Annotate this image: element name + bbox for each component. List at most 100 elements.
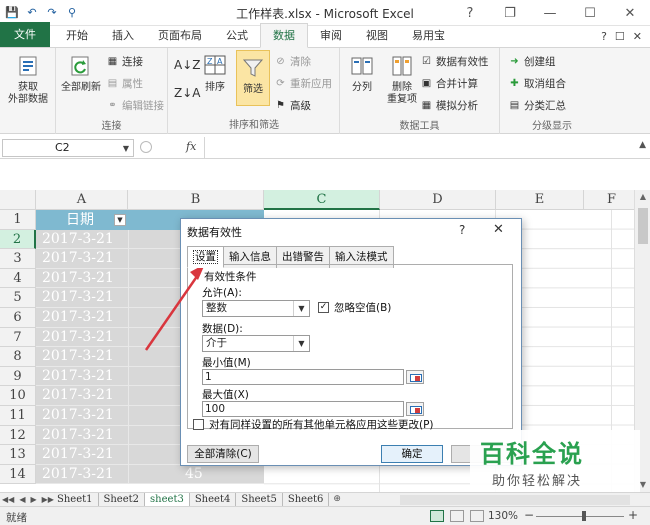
minimize-button[interactable]: — <box>530 0 570 26</box>
help-button[interactable]: ? <box>450 0 490 26</box>
tab-settings[interactable]: 设置 <box>187 246 224 268</box>
page-layout-view-icon[interactable] <box>450 510 464 522</box>
vertical-scroll-thumb[interactable] <box>638 208 648 244</box>
column-header-b[interactable]: B <box>128 190 264 210</box>
maximum-input[interactable]: 100 <box>202 401 404 417</box>
chevron-down-icon[interactable]: ▼ <box>293 301 309 316</box>
ribbon-display-button[interactable]: ❐ <box>490 0 530 26</box>
row-header[interactable]: 2 <box>0 229 36 250</box>
get-external-data-button[interactable]: 获取 外部数据 <box>4 52 52 106</box>
minimum-input[interactable]: 1 <box>202 369 404 385</box>
tab-insert[interactable]: 插入 <box>100 24 146 47</box>
row-header[interactable]: 9 <box>0 366 36 387</box>
zoom-in-icon[interactable]: + <box>628 508 638 522</box>
tab-page-layout[interactable]: 页面布局 <box>146 24 214 47</box>
sort-za-button[interactable]: Z↓A <box>174 86 200 100</box>
data-validation-button[interactable]: ☑ 数据有效性 <box>420 54 488 69</box>
sort-button[interactable]: ZA 排序 <box>198 52 232 94</box>
value-cell[interactable]: 45 <box>128 464 264 485</box>
row-header[interactable]: 10 <box>0 386 36 406</box>
filter-button[interactable]: 筛选 <box>236 54 270 96</box>
date-cell[interactable]: 2017-3-21 <box>36 445 128 465</box>
column-header-c[interactable]: C <box>264 190 380 210</box>
column-header-e[interactable]: E <box>496 190 584 210</box>
row-header[interactable]: 12 <box>0 425 36 446</box>
row-header[interactable]: 11 <box>0 406 36 426</box>
row-header[interactable]: 14 <box>0 464 36 485</box>
reapply-button[interactable]: ⟳ 重新应用 <box>274 76 332 91</box>
zoom-slider[interactable] <box>536 516 624 517</box>
date-cell[interactable]: 2017-3-21 <box>36 464 128 485</box>
first-sheet-icon[interactable]: ◀◀ <box>2 493 14 507</box>
horizontal-scrollbar[interactable] <box>400 495 630 505</box>
close-button[interactable]: ✕ <box>610 0 650 26</box>
scroll-up-icon[interactable]: ▲ <box>635 190 650 204</box>
filter-dropdown-icon[interactable]: ▼ <box>114 214 126 226</box>
tab-review[interactable]: 审阅 <box>308 24 354 47</box>
zoom-level[interactable]: 130% <box>488 510 518 522</box>
consolidate-button[interactable]: ▣ 合并计算 <box>420 76 478 91</box>
column-header-f[interactable]: F <box>584 190 640 210</box>
ribbon-close-icon[interactable]: ✕ <box>633 30 642 43</box>
row-header[interactable]: 3 <box>0 249 36 269</box>
clear-all-button[interactable]: 全部清除(C) <box>187 445 259 463</box>
name-box[interactable]: C2 ▼ <box>2 139 134 157</box>
ribbon-help-icon[interactable]: ? <box>601 30 607 43</box>
sort-az-button[interactable]: A↓Z <box>174 58 200 72</box>
date-cell[interactable]: 2017-3-21 <box>36 425 128 446</box>
dialog-close-button[interactable]: ✕ <box>493 222 504 237</box>
row-header[interactable]: 6 <box>0 308 36 328</box>
row-header[interactable]: 5 <box>0 288 36 308</box>
ignore-blank-checkbox[interactable]: ✓ <box>318 302 329 313</box>
subtotal-button[interactable]: ▤ 分类汇总 <box>508 98 566 113</box>
zoom-slider-thumb[interactable] <box>582 511 586 521</box>
prev-sheet-icon[interactable]: ◀ <box>19 493 25 507</box>
date-cell[interactable]: 2017-3-21 <box>36 366 128 387</box>
tab-file[interactable]: 文件 <box>0 22 50 47</box>
date-cell[interactable]: 2017-3-21 <box>36 386 128 406</box>
date-cell[interactable]: 2017-3-21 <box>36 229 128 250</box>
zoom-out-icon[interactable]: − <box>524 508 534 522</box>
column-header-d[interactable]: D <box>380 190 496 210</box>
date-cell[interactable]: 2017-3-21 <box>36 308 128 328</box>
row-header[interactable]: 4 <box>0 268 36 289</box>
row-header[interactable]: 7 <box>0 327 36 348</box>
tab-data[interactable]: 数据 <box>260 23 308 48</box>
date-cell[interactable]: 2017-3-21 <box>36 288 128 308</box>
what-if-button[interactable]: ▦ 模拟分析 <box>420 98 478 113</box>
properties-button[interactable]: ▤ 属性 <box>106 76 143 91</box>
edit-links-button[interactable]: ⚭ 编辑链接 <box>106 98 164 113</box>
select-all-corner[interactable] <box>0 190 36 210</box>
date-cell[interactable]: 2017-3-21 <box>36 327 128 348</box>
advanced-filter-button[interactable]: ⚑ 高级 <box>274 98 311 113</box>
data-operator-select[interactable]: 介于 ▼ <box>202 335 310 352</box>
ok-button[interactable]: 确定 <box>381 445 443 463</box>
tab-view[interactable]: 视图 <box>354 24 400 47</box>
range-picker-icon[interactable] <box>406 370 424 384</box>
maximize-button[interactable]: ☐ <box>570 0 610 26</box>
dialog-help-button[interactable]: ? <box>459 223 465 237</box>
remove-duplicates-button[interactable]: 删除 重复项 <box>382 52 422 106</box>
clear-filter-button[interactable]: ⊘ 清除 <box>274 54 311 69</box>
text-to-columns-button[interactable]: 分列 <box>344 52 380 94</box>
column-header-a[interactable]: A <box>36 190 128 210</box>
apply-to-all-checkbox[interactable] <box>193 419 204 430</box>
ribbon-restore-icon[interactable]: ☐ <box>615 30 625 43</box>
date-cell[interactable]: 2017-3-21 <box>36 249 128 269</box>
connections-button[interactable]: ▦ 连接 <box>106 54 143 69</box>
tab-easy-tools[interactable]: 易用宝 <box>400 24 457 47</box>
date-cell[interactable]: 2017-3-21 <box>36 347 128 367</box>
row-header[interactable]: 1 <box>0 210 36 230</box>
row-header[interactable]: 8 <box>0 347 36 367</box>
normal-view-icon[interactable] <box>430 510 444 522</box>
date-cell[interactable]: 2017-3-21 <box>36 268 128 289</box>
chevron-down-icon[interactable]: ▼ <box>123 141 129 157</box>
allow-select[interactable]: 整数 ▼ <box>202 300 310 317</box>
header-cell-date[interactable]: 日期 ▼ <box>36 210 128 230</box>
insert-function-icon[interactable]: fx <box>186 140 196 153</box>
expand-formula-bar-icon[interactable]: ▲ <box>639 140 646 150</box>
range-picker-icon[interactable] <box>406 402 424 416</box>
ungroup-button[interactable]: ✚ 取消组合 <box>508 76 566 91</box>
date-cell[interactable]: 2017-3-21 <box>36 406 128 426</box>
page-break-view-icon[interactable] <box>470 510 484 522</box>
